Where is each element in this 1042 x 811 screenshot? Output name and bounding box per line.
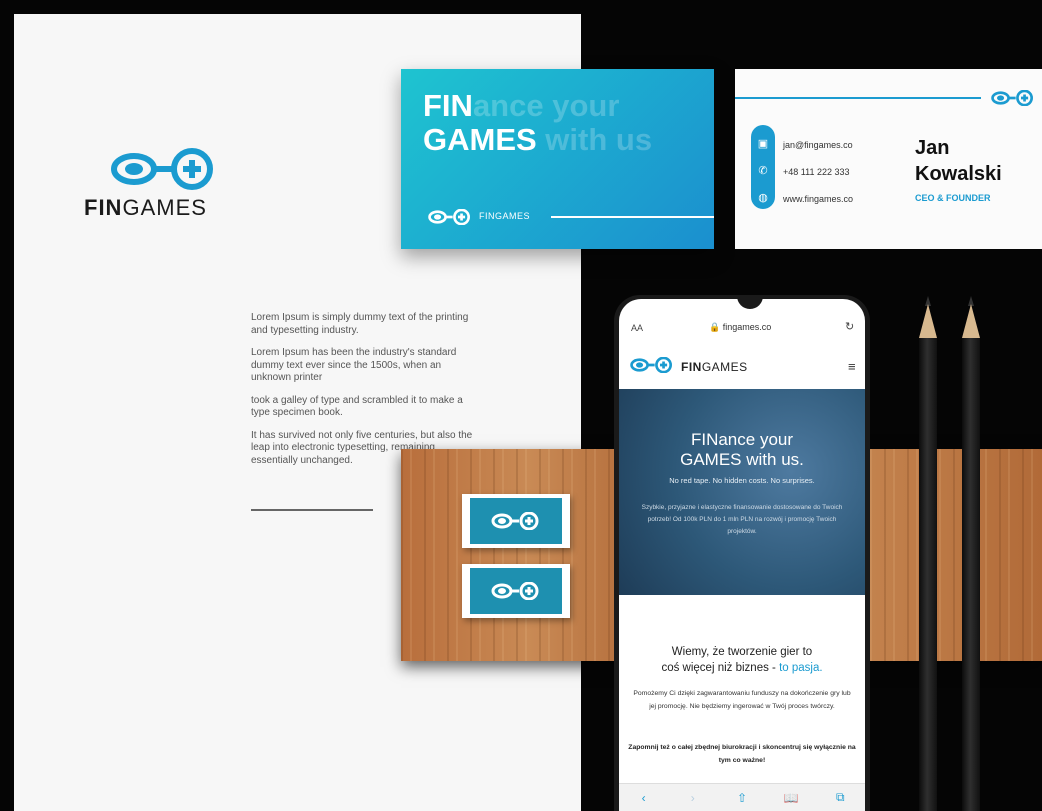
hero-section: FINance your GAMES with us. No red tape.… [619, 389, 865, 595]
card-top-line [735, 97, 981, 99]
white-business-card: ▣ ✆ ◍ jan@fingames.co +48 111 222 333 ww… [735, 69, 1042, 249]
card-footer-brand: FINGAMES [479, 211, 531, 221]
phone-screen: AA 🔒 fingames.co ↻ FINGAMES ≡ FINance yo… [619, 299, 865, 811]
fingames-logo-icon [428, 209, 470, 225]
site-brand[interactable]: FINGAMES [681, 360, 748, 374]
fingames-logo-icon [991, 90, 1033, 106]
contact-email: jan@fingames.co [783, 140, 853, 150]
contact-phone: +48 111 222 333 [783, 167, 850, 177]
tabs-icon[interactable]: ⧉ [830, 790, 850, 805]
letterhead-paragraph: Lorem Ipsum is simply dummy text of the … [251, 312, 469, 336]
browser-toolbar: ‹ › ⇧ 📖 ⧉ [619, 783, 865, 811]
hamburger-menu-icon[interactable]: ≡ [848, 359, 856, 374]
back-icon[interactable]: ‹ [634, 791, 654, 805]
section-bold-text: Zapomnij też o całej zbędnej biurokracji… [628, 744, 856, 764]
fingames-logo-icon [111, 148, 213, 190]
hero-title: FINance your GAMES with us. [680, 430, 804, 469]
section-body: Pomożemy Ci dzięki zagwarantowaniu fundu… [633, 690, 851, 710]
letterhead-paragraph: took a galley of type and scrambled it t… [251, 394, 463, 419]
reload-icon[interactable]: ↻ [845, 320, 854, 333]
logo-sticker [462, 494, 570, 548]
pencil [919, 296, 937, 811]
id-card-icon: ▣ [757, 138, 769, 150]
section-heading: Wiemy, że tworzenie gier to coś więcej n… [661, 646, 823, 674]
hero-subtitle: No red tape. No hidden costs. No surpris… [669, 476, 815, 485]
letterhead-rule [251, 509, 373, 511]
letterhead-paragraph: Lorem Ipsum has been the industry's stan… [251, 347, 457, 383]
fingames-logo-icon[interactable] [629, 357, 675, 373]
fingames-logo-icon [491, 582, 539, 600]
letterhead-brand: FINGAMES [84, 195, 207, 220]
hero-paragraph: Szybkie, przyjazne i elastyczne finansow… [641, 504, 843, 535]
address-bar[interactable]: 🔒 fingames.co [709, 322, 771, 333]
reader-mode-button[interactable]: AA [631, 323, 643, 333]
bookmarks-icon[interactable]: 📖 [781, 791, 801, 805]
pencil [962, 296, 980, 811]
card-slogan: FINance your GAMES with us [423, 88, 653, 157]
globe-icon: ◍ [758, 192, 768, 204]
phone-icon: ✆ [758, 165, 768, 177]
forward-icon[interactable]: › [683, 791, 703, 805]
blue-business-card: FINance your GAMES with us FINGAMES [401, 69, 714, 249]
fingames-logo-icon [491, 512, 539, 530]
contact-role: CEO & FOUNDER [915, 193, 991, 203]
contact-website: www.fingames.co [783, 194, 854, 204]
card-footer-line [551, 216, 714, 218]
logo-sticker [462, 564, 570, 618]
share-icon[interactable]: ⇧ [732, 791, 752, 805]
contact-name: Jan Kowalski [915, 137, 1002, 185]
